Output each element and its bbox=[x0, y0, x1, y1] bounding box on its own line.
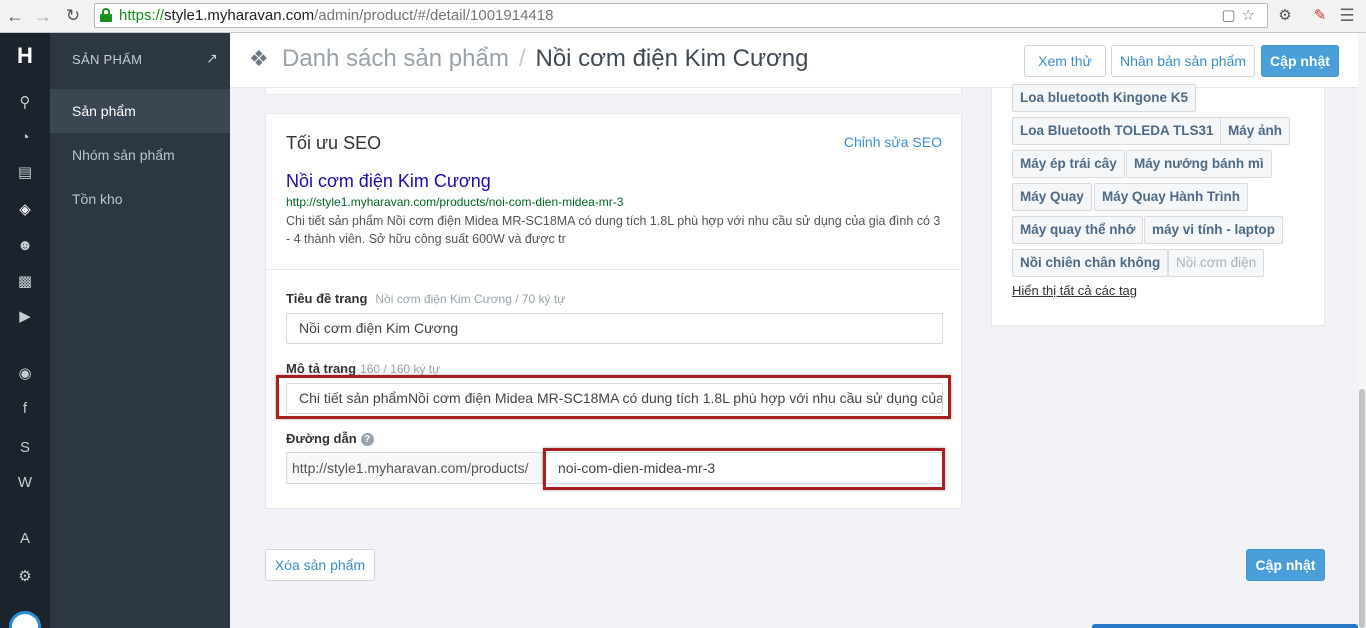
delete-product-button[interactable]: Xóa sản phẩm bbox=[265, 549, 375, 581]
browser-toolbar: ← → ↻ https://style1.myharavan.com/admin… bbox=[0, 0, 1366, 33]
meta-description-hint: 160 / 160 ký tự bbox=[360, 362, 441, 376]
search-preview-url: http://style1.myharavan.com/products/noi… bbox=[286, 195, 624, 209]
page-header: ❖ Danh sách sản phẩm / Nồi cơm điện Kim Cư… bbox=[230, 33, 1358, 88]
address-bar[interactable]: https://style1.myharavan.com/admin/produ… bbox=[94, 3, 1268, 28]
tag-item[interactable]: Nồi chiên chân không bbox=[1012, 249, 1169, 277]
extension-icon[interactable]: ⚙ bbox=[1275, 6, 1295, 26]
slug-highlight-box bbox=[543, 448, 945, 490]
breadcrumb-parent[interactable]: Danh sách sản phẩm bbox=[282, 45, 509, 72]
inbox-icon[interactable]: ▤ bbox=[12, 163, 38, 183]
tag-item[interactable]: Máy Quay Hành Trình bbox=[1094, 183, 1249, 211]
facebook-icon[interactable]: f bbox=[12, 399, 38, 419]
search-preview-title: Nồi cơm điện Kim Cương bbox=[286, 171, 491, 191]
tag-item[interactable]: Máy ép trái cây bbox=[1012, 150, 1125, 178]
forward-arrow-icon[interactable]: → bbox=[32, 5, 54, 27]
previous-card-edge bbox=[265, 88, 962, 95]
seo-card-title: Tối ưu SEO bbox=[286, 133, 382, 153]
page-title-label: Tiêu đề trang Nồi cơm điện Kim Cương / 70… bbox=[286, 291, 566, 306]
sidebar-item-products[interactable]: Sản phẩm bbox=[50, 89, 230, 133]
tags-card: Loa bluetooth Kingone K5 Loa Bluetooth T… bbox=[991, 84, 1325, 326]
meta-description-label: Mô tả trang 160 / 160 ký tự bbox=[286, 361, 441, 376]
app-rail: H ⚲ ◔ ▤ ◈ ☻ ▩ ▶ ◉ f S W A ⚙ bbox=[0, 33, 50, 628]
reload-icon[interactable]: ↻ bbox=[62, 5, 84, 27]
back-arrow-icon[interactable]: ← bbox=[4, 5, 26, 27]
tag-item[interactable]: Máy Quay bbox=[1012, 183, 1092, 211]
search-icon[interactable]: ⚲ bbox=[12, 93, 38, 113]
show-all-tags-link[interactable]: Hiển thị tất cả các tag bbox=[1012, 283, 1137, 298]
update-button-bottom[interactable]: Cập nhật bbox=[1246, 549, 1325, 581]
chat-bar[interactable] bbox=[1092, 624, 1358, 628]
page-title-input[interactable]: Nồi cơm điện Kim Cương bbox=[286, 313, 943, 344]
lock-icon bbox=[100, 8, 112, 22]
duplicate-button[interactable]: Nhân bản sản phẩm bbox=[1111, 45, 1255, 77]
address-url[interactable]: https://style1.myharavan.com/admin/produ… bbox=[119, 7, 553, 25]
external-link-icon[interactable]: ↗ bbox=[206, 50, 218, 67]
search-preview-description: Chi tiết sản phẩm Nồi cơm điện Midea MR-… bbox=[286, 214, 941, 246]
product-subnav: SẢN PHẨM ↗ Sản phẩm Nhóm sản phẩm Tồn kh… bbox=[50, 33, 230, 628]
haravan-logo-icon[interactable]: H bbox=[12, 42, 38, 70]
tag-item[interactable]: Loa bluetooth Kingone K5 bbox=[1012, 84, 1196, 112]
description-highlight-box bbox=[276, 375, 951, 419]
sidebar-item-collections[interactable]: Nhóm sản phẩm bbox=[50, 133, 230, 177]
avatar[interactable] bbox=[9, 611, 41, 628]
subnav-title: SẢN PHẨM bbox=[72, 52, 143, 67]
tag-item[interactable]: máy vi tính - laptop bbox=[1144, 216, 1284, 244]
tag-item[interactable]: Máy quay thể nhớ bbox=[1012, 216, 1144, 244]
marketing-icon[interactable]: ▶ bbox=[12, 307, 38, 327]
help-icon[interactable]: ? bbox=[360, 433, 374, 446]
w-icon[interactable]: W bbox=[12, 473, 38, 493]
preview-button[interactable]: Xem thử bbox=[1024, 45, 1106, 77]
breadcrumb-separator: / bbox=[518, 45, 526, 72]
color-picker-icon[interactable]: ✎ bbox=[1310, 6, 1330, 26]
gear-icon[interactable]: ⚙ bbox=[12, 567, 38, 587]
apps-icon[interactable]: A bbox=[12, 529, 38, 549]
tag-icon[interactable]: ◈ bbox=[12, 200, 38, 220]
tag-item[interactable]: Máy nướng bánh mì bbox=[1126, 150, 1272, 178]
update-button[interactable]: Cập nhật bbox=[1261, 45, 1339, 77]
reports-icon[interactable]: ▩ bbox=[12, 272, 38, 292]
url-prefix: http://style1.myharavan.com/products/ bbox=[286, 452, 542, 484]
edit-seo-link[interactable]: Chỉnh sửa SEO bbox=[844, 134, 942, 150]
divider bbox=[266, 269, 961, 270]
page-title-hint: Nồi cơm điện Kim Cương / 70 ký tự bbox=[375, 292, 566, 306]
breadcrumb: Danh sách sản phẩm / Nồi cơm điện Kim Cươn… bbox=[282, 45, 808, 73]
sidebar-item-inventory[interactable]: Tồn kho bbox=[50, 177, 230, 221]
menu-icon[interactable]: ☰ bbox=[1337, 6, 1357, 26]
scrollbar-thumb[interactable] bbox=[1359, 389, 1365, 628]
globe-icon[interactable]: ◉ bbox=[12, 364, 38, 384]
dashboard-icon[interactable]: ◔ bbox=[12, 128, 38, 148]
tag-item[interactable]: Máy ảnh bbox=[1220, 117, 1291, 145]
url-handle-label: Đường dẫn? bbox=[286, 431, 374, 446]
tags-icon: ❖ bbox=[249, 46, 269, 71]
tag-item-selected[interactable]: Nồi cơm điện bbox=[1168, 249, 1265, 277]
page-scrollbar[interactable] bbox=[1358, 33, 1366, 628]
customers-icon[interactable]: ☻ bbox=[12, 236, 38, 256]
tag-item[interactable]: Loa Bluetooth TOLEDA TLS31 bbox=[1012, 117, 1222, 145]
page-title: Nồi cơm điện Kim Cương bbox=[535, 45, 809, 72]
bookmark-star-icon[interactable]: ▢☆ bbox=[1221, 6, 1261, 24]
shop-s-icon[interactable]: S bbox=[12, 438, 38, 458]
